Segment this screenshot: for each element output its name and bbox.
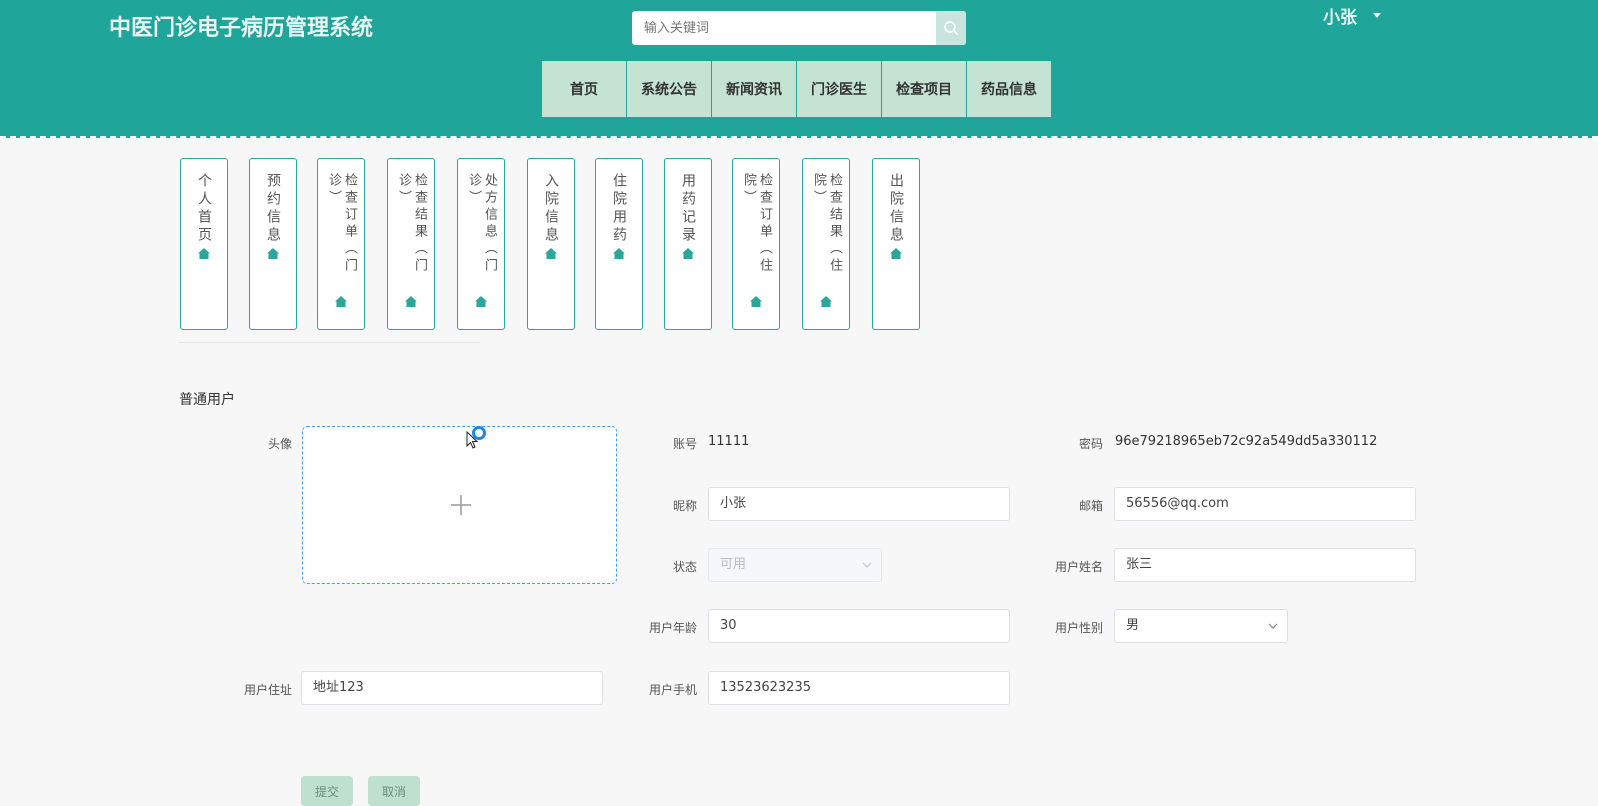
menu-card-label: 住院用药 (611, 173, 627, 245)
house-icon (890, 248, 902, 259)
account-label: 账号 (672, 437, 697, 451)
nav-drug-info[interactable]: 药品信息 (967, 61, 1051, 117)
status-value: 可用 (720, 557, 747, 572)
menu-card-discharge[interactable]: 出院信息 (872, 158, 920, 330)
menu-card-inpatient-medication[interactable]: 住院用药 (595, 158, 643, 330)
age-label: 用户年龄 (648, 621, 697, 635)
house-icon (335, 296, 347, 307)
house-icon (750, 296, 762, 307)
house-icon (405, 296, 417, 307)
section-title: 普通用户 (179, 392, 235, 408)
gender-value: 男 (1126, 618, 1140, 633)
nav-home[interactable]: 首页 (542, 61, 626, 117)
menu-card-label: 检查结果（门诊） (396, 173, 427, 275)
avatar-upload[interactable] (302, 426, 617, 584)
nav-news[interactable]: 新闻资讯 (712, 61, 796, 117)
menu-card-label: 处方信息（门诊） (466, 173, 497, 275)
menu-card-label: 出院信息 (888, 173, 904, 245)
phone-label: 用户手机 (648, 683, 697, 697)
address-label: 用户住址 (243, 683, 292, 697)
search-icon (944, 21, 959, 36)
menu-card-label: 检查结果（住院） (811, 173, 842, 275)
mouse-cursor-icon (466, 431, 478, 449)
real-name-field[interactable]: 张三 (1114, 548, 1416, 582)
house-icon (475, 296, 487, 307)
chevron-down-icon (1373, 13, 1381, 18)
menu-card-profile[interactable]: 个人首页 (180, 158, 228, 330)
main-nav: 首页 系统公告 新闻资讯 门诊医生 检查项目 药品信息 (542, 61, 1051, 117)
email-label: 邮箱 (1078, 499, 1103, 513)
menu-card-label: 检查订单（门诊） (326, 173, 357, 275)
house-icon (682, 248, 694, 259)
nav-doctors[interactable]: 门诊医生 (797, 61, 881, 117)
menu-card-label: 个人首页 (196, 173, 212, 245)
menu-card-admission[interactable]: 入院信息 (527, 158, 575, 330)
house-icon (820, 296, 832, 307)
password-value: 96e79218965eb72c92a549dd5a330112 (1115, 434, 1378, 449)
avatar-label: 头像 (267, 437, 292, 451)
gender-select[interactable]: 男 (1114, 609, 1288, 643)
menu-card-exam-orders-inpatient[interactable]: 检查订单（住院） (732, 158, 780, 330)
menu-card-exam-results-outpatient[interactable]: 检查结果（门诊） (387, 158, 435, 330)
divider (178, 342, 480, 343)
house-icon (545, 248, 557, 259)
nav-announcements[interactable]: 系统公告 (627, 61, 711, 117)
menu-card-label: 检查订单（住院） (741, 173, 772, 275)
nickname-label: 昵称 (672, 499, 697, 513)
account-value: 11111 (708, 434, 750, 449)
nav-exam-items[interactable]: 检查项目 (882, 61, 966, 117)
phone-field[interactable]: 13523623235 (708, 671, 1010, 705)
status-select: 可用 (708, 548, 882, 582)
menu-card-label: 用药记录 (680, 173, 696, 245)
menu-card-label: 入院信息 (543, 173, 559, 245)
password-label: 密码 (1078, 437, 1103, 451)
menu-card-label: 预约信息 (265, 173, 281, 245)
email-field[interactable]: 56556@qq.com (1114, 487, 1416, 521)
house-icon (267, 248, 279, 259)
search-button[interactable] (936, 11, 966, 45)
cancel-button[interactable]: 取消 (368, 776, 420, 806)
menu-card-appointments[interactable]: 预约信息 (249, 158, 297, 330)
menu-card-exam-results-inpatient[interactable]: 检查结果（住院） (802, 158, 850, 330)
house-icon (198, 248, 210, 259)
real-name-label: 用户姓名 (1054, 560, 1103, 574)
status-label: 状态 (672, 560, 697, 574)
house-icon (613, 248, 625, 259)
site-title: 中医门诊电子病历管理系统 (109, 16, 374, 41)
address-field[interactable]: 地址123 (301, 671, 603, 705)
chevron-down-icon (1268, 623, 1278, 629)
menu-card-prescriptions-outpatient[interactable]: 处方信息（门诊） (457, 158, 505, 330)
search-box (632, 11, 966, 45)
submit-button[interactable]: 提交 (301, 776, 353, 806)
user-menu[interactable]: 小张 (1323, 3, 1381, 28)
nickname-field[interactable]: 小张 (708, 487, 1010, 521)
menu-card-exam-orders-outpatient[interactable]: 检查订单（门诊） (317, 158, 365, 330)
search-input[interactable] (632, 11, 944, 45)
age-field[interactable]: 30 (708, 609, 1010, 643)
user-name: 小张 (1323, 8, 1357, 28)
gender-label: 用户性别 (1054, 621, 1103, 635)
chevron-down-icon (862, 562, 872, 568)
plus-icon (451, 495, 471, 515)
top-header: 中医门诊电子病历管理系统 小张 首页 系统公告 新闻资讯 门诊医生 检查项目 药… (0, 0, 1598, 138)
menu-card-medication-records[interactable]: 用药记录 (664, 158, 712, 330)
